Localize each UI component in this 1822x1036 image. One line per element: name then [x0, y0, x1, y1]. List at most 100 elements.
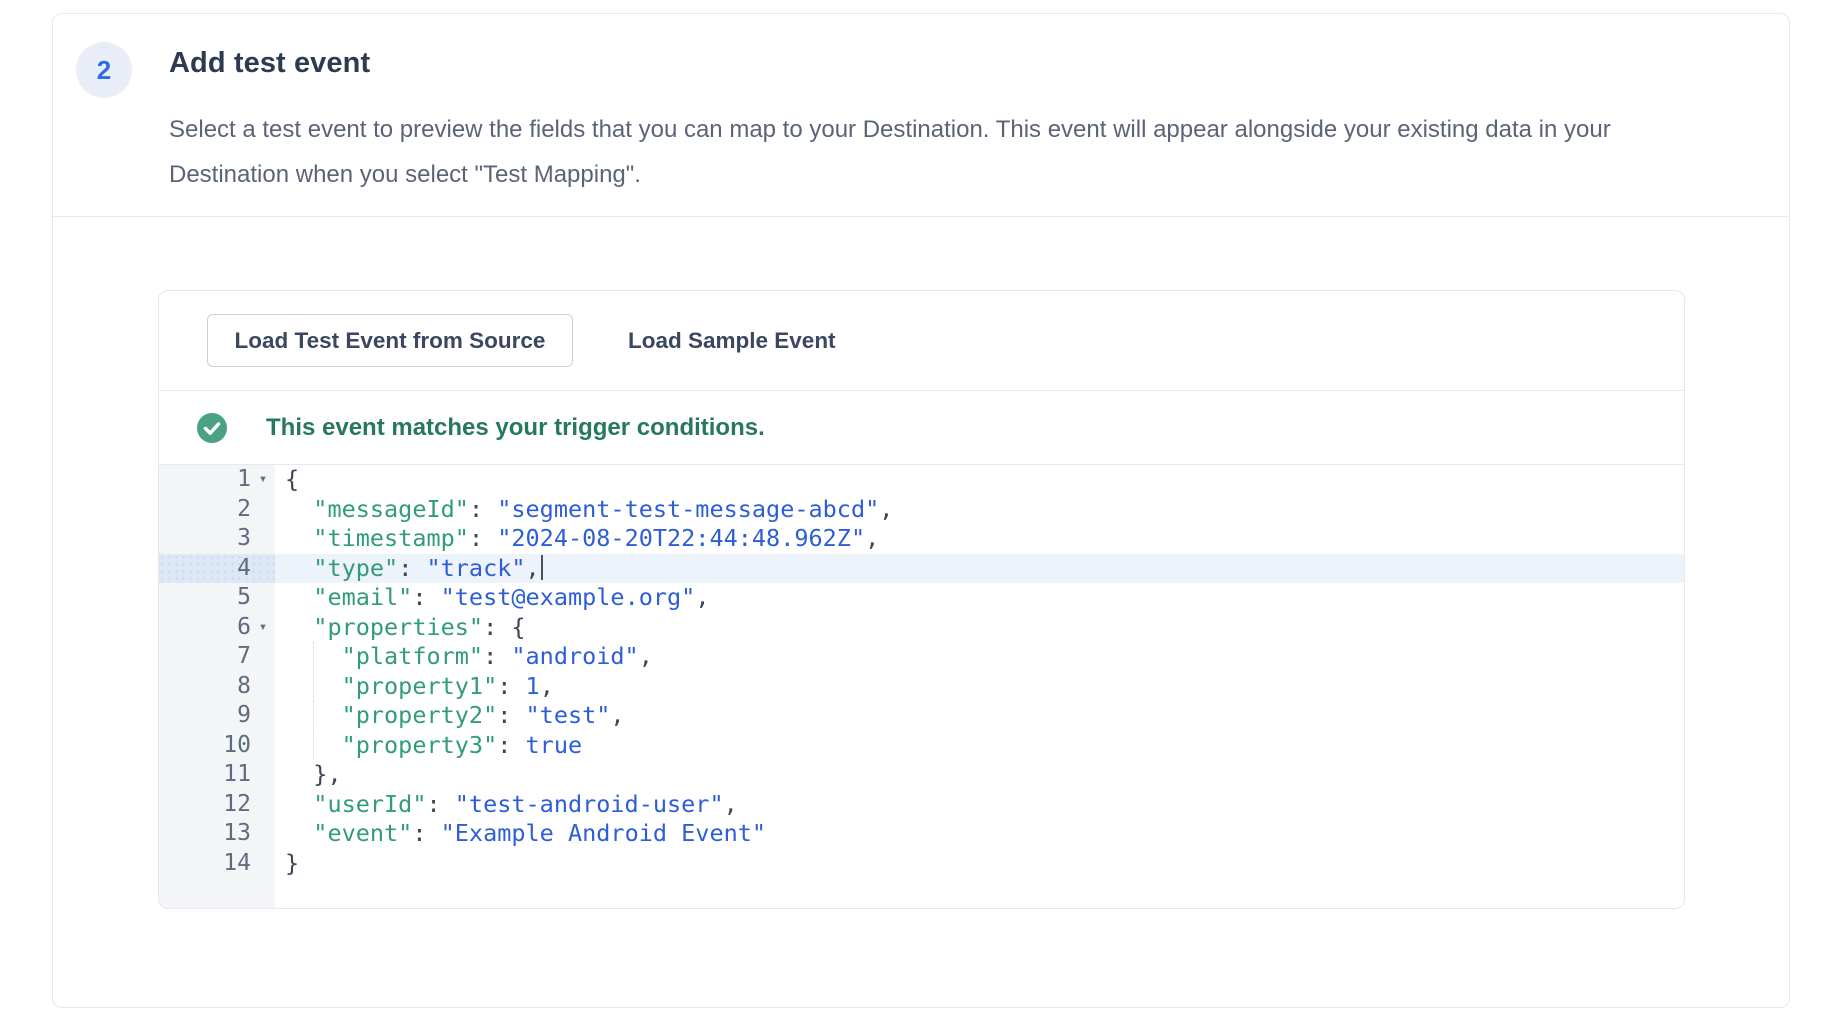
code-line[interactable]: 11 }, [159, 760, 1684, 790]
code-token [285, 701, 342, 729]
code-token: "platform" [342, 642, 483, 670]
code-line-content[interactable]: { [275, 465, 1684, 495]
screen: 2 Add test event Select a test event to … [0, 0, 1822, 1036]
code-line-content[interactable]: } [275, 849, 1684, 879]
code-line[interactable]: 2 "messageId": "segment-test-message-abc… [159, 495, 1684, 525]
code-token: "messageId" [313, 495, 469, 523]
code-line-content[interactable]: "property2": "test", [275, 701, 1684, 731]
code-line-content[interactable]: "properties": { [275, 613, 1684, 643]
code-line-content[interactable]: "messageId": "segment-test-message-abcd"… [275, 495, 1684, 525]
code-line-content[interactable]: "email": "test@example.org", [275, 583, 1684, 613]
test-event-panel: Load Test Event from Source Load Sample … [158, 290, 1685, 909]
code-token [285, 819, 313, 847]
line-number: 6▾ [159, 613, 275, 643]
code-line-content[interactable]: "property3": true [275, 731, 1684, 761]
step-description-line2: Destination when you select "Test Mappin… [169, 152, 1759, 197]
code-token: : [497, 672, 525, 700]
line-number: 7 [159, 642, 275, 672]
load-test-event-button[interactable]: Load Test Event from Source [207, 314, 573, 367]
code-line[interactable]: 3 "timestamp": "2024-08-20T22:44:48.962Z… [159, 524, 1684, 554]
code-token [285, 731, 342, 759]
code-token: }, [285, 760, 342, 788]
line-number: 9 [159, 701, 275, 731]
code-line[interactable]: 1▾{ [159, 465, 1684, 495]
code-token: "email" [313, 583, 412, 611]
code-token: "type" [313, 554, 398, 582]
load-sample-event-button[interactable]: Load Sample Event [613, 314, 851, 367]
code-line[interactable]: 14} [159, 849, 1684, 879]
code-filler[interactable] [275, 878, 1684, 908]
code-token: , [639, 642, 653, 670]
code-token: : [412, 819, 440, 847]
code-token: "timestamp" [313, 524, 469, 552]
code-token: : [497, 731, 525, 759]
step-number: 2 [97, 55, 111, 86]
code-line-content[interactable]: "timestamp": "2024-08-20T22:44:48.962Z", [275, 524, 1684, 554]
fold-arrow-icon[interactable]: ▾ [253, 613, 273, 643]
line-number: 2 [159, 495, 275, 525]
line-number: 8 [159, 672, 275, 702]
code-token: : { [483, 613, 525, 641]
code-line[interactable]: 5 "email": "test@example.org", [159, 583, 1684, 613]
code-token [285, 790, 313, 818]
code-token: : [469, 524, 497, 552]
code-token: , [865, 524, 879, 552]
code-line[interactable]: 13 "event": "Example Android Event" [159, 819, 1684, 849]
step-description-line1: Select a test event to preview the field… [169, 107, 1759, 152]
line-number: 13 [159, 819, 275, 849]
code-token [285, 642, 342, 670]
fold-arrow-icon[interactable]: ▾ [253, 465, 273, 495]
code-token: , [724, 790, 738, 818]
check-circle-icon [197, 413, 227, 443]
code-line[interactable]: 12 "userId": "test-android-user", [159, 790, 1684, 820]
code-token: "test@example.org" [441, 583, 696, 611]
code-token: , [540, 672, 554, 700]
code-line[interactable]: 4 "type": "track", [159, 554, 1684, 584]
code-token: , [879, 495, 893, 523]
trigger-match-status: This event matches your trigger conditio… [159, 391, 1684, 465]
code-token: "Example Android Event" [441, 819, 766, 847]
code-line[interactable]: 9 "property2": "test", [159, 701, 1684, 731]
code-token [285, 495, 313, 523]
code-token: "test-android-user" [455, 790, 724, 818]
code-token: : [398, 554, 426, 582]
code-token [285, 554, 313, 582]
code-line-content[interactable]: "platform": "android", [275, 642, 1684, 672]
code-line-content[interactable]: "property1": 1, [275, 672, 1684, 702]
page-title: Add test event [169, 47, 370, 80]
code-token [285, 613, 313, 641]
code-token: "track" [426, 554, 525, 582]
gutter-filler [159, 878, 275, 908]
code-line-content[interactable]: "userId": "test-android-user", [275, 790, 1684, 820]
code-token: true [526, 731, 583, 759]
code-lines: 1▾{2 "messageId": "segment-test-message-… [159, 465, 1684, 908]
code-token: "segment-test-message-abcd" [497, 495, 879, 523]
line-number: 14 [159, 849, 275, 879]
code-token: "2024-08-20T22:44:48.962Z" [497, 524, 865, 552]
code-line-content[interactable]: }, [275, 760, 1684, 790]
code-line[interactable]: 10 "property3": true [159, 731, 1684, 761]
code-token: } [285, 849, 299, 877]
code-token: : [483, 642, 511, 670]
code-line-content[interactable]: "event": "Example Android Event" [275, 819, 1684, 849]
code-token: "test" [526, 701, 611, 729]
code-line-content[interactable]: "type": "track", [275, 554, 1684, 584]
code-token: : [426, 790, 454, 818]
code-token: "property2" [342, 701, 498, 729]
code-token: "properties" [313, 613, 483, 641]
code-token: , [526, 554, 540, 582]
code-line[interactable]: 8 "property1": 1, [159, 672, 1684, 702]
json-code-editor[interactable]: 1▾{2 "messageId": "segment-test-message-… [159, 465, 1684, 908]
code-token: "property1" [342, 672, 498, 700]
step-number-badge: 2 [76, 42, 132, 98]
text-cursor [541, 555, 543, 580]
status-message: This event matches your trigger conditio… [266, 414, 765, 442]
line-number: 5 [159, 583, 275, 613]
event-source-toolbar: Load Test Event from Source Load Sample … [159, 291, 1684, 391]
code-token: "property3" [342, 731, 498, 759]
code-token: : [412, 583, 440, 611]
code-line[interactable]: 6▾ "properties": { [159, 613, 1684, 643]
header-divider [53, 216, 1789, 217]
line-number: 1▾ [159, 465, 275, 495]
code-line[interactable]: 7 "platform": "android", [159, 642, 1684, 672]
